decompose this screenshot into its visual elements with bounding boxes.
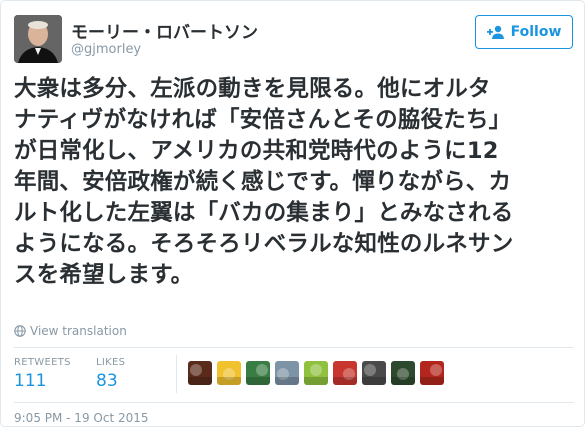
stats-divider <box>176 355 177 393</box>
tweet-line: 年間、安倍政権が続く感じです。憚りながら、カ <box>14 169 512 195</box>
retweets-stat[interactable]: RETWEETS 111 <box>14 357 71 391</box>
liker-avatar-8[interactable] <box>391 361 415 385</box>
tweet-line: ナティヴがなければ「安倍さんとその脇役たち」 <box>14 107 512 133</box>
liker-avatar-5[interactable] <box>304 361 328 385</box>
liker-avatar-6[interactable] <box>333 361 357 385</box>
retweets-count[interactable]: 111 <box>14 371 71 391</box>
likes-stat[interactable]: LIKES 83 <box>96 357 125 391</box>
author-handle[interactable]: @gjmorley <box>71 42 141 57</box>
avatar-portrait <box>14 15 62 63</box>
liker-avatar-4[interactable] <box>275 361 299 385</box>
tweet-line: スを希望します。 <box>14 262 194 288</box>
liker-avatar-2[interactable] <box>217 361 241 385</box>
liker-avatar-1[interactable] <box>188 361 212 385</box>
follow-button[interactable]: Follow <box>475 15 573 49</box>
tweet-line: ルト化した左翼は「バカの集まり」とみなされる <box>14 200 514 226</box>
author-avatar[interactable] <box>14 15 62 63</box>
tweet-text: 大衆は多分、左派の動きを見限る。他にオルタ ナティヴがなければ「安倍さんとその脇… <box>14 74 576 291</box>
add-person-icon <box>486 25 504 39</box>
retweets-label: RETWEETS <box>14 357 71 368</box>
tweet-card: モーリー・ロバートソン @gjmorley Follow 大衆は多分、左派の動き… <box>0 0 585 427</box>
divider <box>14 402 574 403</box>
likes-label: LIKES <box>96 357 126 368</box>
view-translation-link[interactable]: View translation <box>14 324 127 338</box>
tweet-timestamp[interactable]: 9:05 PM - 19 Oct 2015 <box>14 411 149 425</box>
tweet-line: ようになる。そろそろリベラルな知性のルネサン <box>14 231 514 257</box>
liker-avatar-9[interactable] <box>420 361 444 385</box>
follow-button-label: Follow <box>510 24 562 40</box>
author-display-name[interactable]: モーリー・ロバートソン <box>71 18 258 43</box>
tweet-line: が日常化し、アメリカの共和党時代のように12 <box>14 138 499 164</box>
view-translation-label: View translation <box>30 324 127 338</box>
globe-icon <box>14 325 26 337</box>
liker-avatars <box>188 361 444 385</box>
likes-count[interactable]: 83 <box>96 371 125 391</box>
tweet-line: 大衆は多分、左派の動きを見限る。他にオルタ <box>14 76 491 102</box>
divider <box>14 347 574 348</box>
liker-avatar-3[interactable] <box>246 361 270 385</box>
liker-avatar-7[interactable] <box>362 361 386 385</box>
